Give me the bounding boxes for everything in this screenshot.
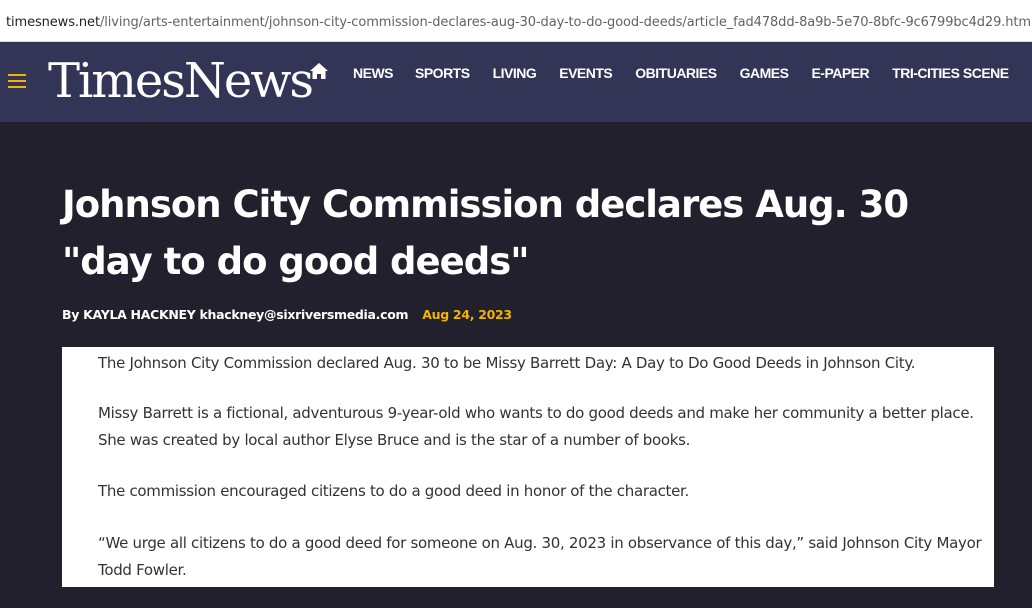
article-paragraph: Missy Barrett is a fictional, adventurou… (98, 404, 974, 449)
hamburger-menu-icon[interactable] (8, 73, 26, 89)
url-path: /living/arts-entertainment/johnson-city-… (99, 15, 1032, 30)
url-text[interactable]: timesnews.net/living/arts-entertainment/… (6, 15, 1032, 30)
url-domain: timesnews.net (6, 15, 100, 30)
nav-tri-cities-scene[interactable]: TRI-CITIES SCENE (892, 65, 1009, 83)
nav-epaper[interactable]: E-PAPER (811, 65, 869, 83)
nav-events[interactable]: EVENTS (559, 65, 613, 83)
article-paragraph: The Johnson City Commission declared Aug… (98, 354, 916, 372)
article-body: The Johnson City Commission declared Aug… (62, 347, 994, 587)
main-nav: NEWS SPORTS LIVING EVENTS OBITUARIES GAM… (353, 65, 1009, 83)
site-header: TimesNews NEWS SPORTS LIVING EVENTS OBIT… (0, 42, 1032, 122)
article-title: Johnson City Commission declares Aug. 30… (62, 183, 909, 283)
publish-date: Aug 24, 2023 (422, 307, 512, 322)
byline: By KAYLA HACKNEY khackney@sixriversmedia… (62, 307, 512, 322)
nav-news[interactable]: NEWS (353, 65, 394, 83)
article-paragraph: “We urge all citizens to do a good deed … (98, 534, 982, 579)
nav-sports[interactable]: SPORTS (415, 65, 470, 83)
site-logo[interactable]: TimesNews (48, 51, 314, 111)
nav-games[interactable]: GAMES (740, 65, 789, 83)
address-bar[interactable]: timesnews.net/living/arts-entertainment/… (0, 0, 1032, 42)
nav-obituaries[interactable]: OBITUARIES (635, 65, 717, 83)
article-paragraph: The commission encouraged citizens to do… (98, 482, 690, 500)
home-icon[interactable] (309, 62, 329, 80)
nav-living[interactable]: LIVING (493, 65, 537, 83)
author[interactable]: By KAYLA HACKNEY khackney@sixriversmedia… (62, 307, 409, 322)
